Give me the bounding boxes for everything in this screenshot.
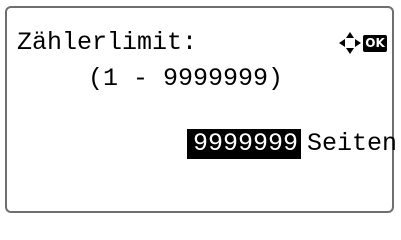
unit-label: Seiten <box>307 129 398 158</box>
lcd-screen: Zählerlimit: OK (1 - 9999999) 9999999 Sei… <box>5 6 397 213</box>
value-range: (1 - 9999999) <box>88 64 284 93</box>
counter-value-field[interactable]: 9999999 <box>187 129 302 159</box>
four-way-arrow-icon <box>339 32 361 54</box>
counter-value-row: 9999999 Seiten <box>127 99 397 189</box>
screen-title: Zählerlimit: <box>17 28 198 57</box>
ok-key-icon: OK <box>363 35 387 52</box>
